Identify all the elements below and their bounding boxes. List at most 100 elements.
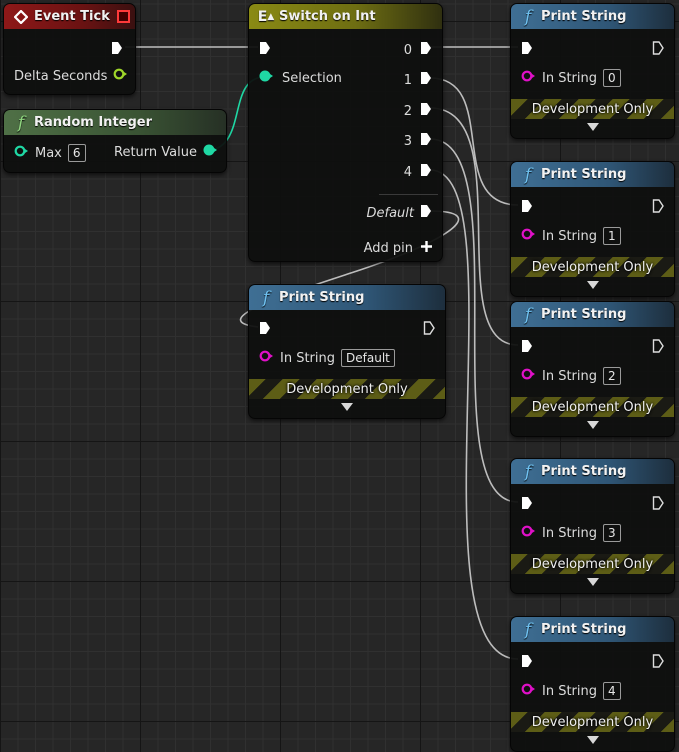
expand-arrow-icon[interactable] bbox=[586, 578, 599, 586]
expand-arrow-icon[interactable] bbox=[586, 736, 599, 744]
string-pin-icon[interactable] bbox=[521, 525, 536, 541]
print-string-header[interactable]: f Print String bbox=[249, 285, 445, 310]
development-only-label: Development Only bbox=[286, 381, 408, 397]
expand-arrow-icon[interactable] bbox=[341, 403, 353, 411]
exec-in-pin-icon[interactable] bbox=[259, 41, 271, 59]
max-value-input[interactable]: 6 bbox=[67, 144, 86, 162]
int-pin-icon[interactable] bbox=[14, 145, 29, 161]
exec-out-pin-icon[interactable] bbox=[652, 496, 664, 514]
function-icon: f bbox=[524, 164, 532, 185]
event-tick-node[interactable]: Event Tick Delta Seconds bbox=[3, 3, 136, 95]
exec-out-pin-icon[interactable] bbox=[420, 71, 432, 89]
exec-out-pin-icon[interactable] bbox=[420, 132, 432, 150]
exec-in-pin-icon[interactable] bbox=[521, 496, 533, 514]
print-string-header[interactable]: f Print String bbox=[511, 302, 674, 327]
print-string-title: Print String bbox=[541, 464, 627, 479]
default-label: Default bbox=[366, 205, 415, 221]
switch-on-int-node[interactable]: E ▲ Switch on Int Selection 0 1 2 3 4 Def… bbox=[248, 3, 443, 262]
print-string-0-node[interactable]: f Print String In String 0 Development Onl… bbox=[510, 3, 675, 139]
print-string-header[interactable]: f Print String bbox=[511, 162, 674, 187]
event-diamond-icon bbox=[12, 9, 30, 24]
expand-arrow-icon[interactable] bbox=[586, 421, 599, 429]
in-string-label: In String bbox=[542, 368, 598, 384]
case-2-label: 2 bbox=[403, 103, 412, 119]
print-string-4-node[interactable]: f Print String In String 4 Development Onl… bbox=[510, 616, 675, 752]
exec-in-pin-icon[interactable] bbox=[259, 321, 271, 339]
in-string-input[interactable]: 2 bbox=[603, 367, 621, 385]
random-integer-title: Random Integer bbox=[34, 115, 153, 130]
in-string-label: In String bbox=[542, 70, 598, 86]
exec-out-pin-icon[interactable] bbox=[423, 321, 435, 339]
in-string-input[interactable]: 4 bbox=[603, 682, 621, 700]
print-string-default-node[interactable]: f Print String In String Default Develop… bbox=[248, 284, 446, 419]
function-icon: f bbox=[524, 6, 532, 27]
function-icon: f bbox=[262, 287, 270, 308]
random-integer-header[interactable]: f Random Integer bbox=[4, 110, 226, 135]
switch-on-int-header[interactable]: E ▲ Switch on Int bbox=[249, 4, 442, 29]
exec-out-pin-icon[interactable] bbox=[652, 339, 664, 357]
selection-label: Selection bbox=[282, 70, 342, 86]
event-tick-title: Event Tick bbox=[34, 9, 110, 24]
in-string-label: In String bbox=[280, 350, 336, 366]
string-pin-icon[interactable] bbox=[521, 368, 536, 384]
development-only-banner: Development Only bbox=[511, 712, 674, 732]
plus-icon bbox=[421, 241, 432, 256]
expand-arrow-icon[interactable] bbox=[586, 123, 599, 131]
expand-arrow-icon[interactable] bbox=[586, 281, 599, 289]
exec-out-pin-icon[interactable] bbox=[652, 654, 664, 672]
in-string-input[interactable]: 0 bbox=[603, 69, 621, 87]
exec-out-pin-icon[interactable] bbox=[652, 199, 664, 217]
exec-in-pin-icon[interactable] bbox=[521, 41, 533, 59]
exec-out-pin-icon[interactable] bbox=[420, 102, 432, 120]
print-string-header[interactable]: f Print String bbox=[511, 459, 674, 484]
development-only-label: Development Only bbox=[531, 259, 654, 275]
print-string-title: Print String bbox=[541, 622, 627, 637]
in-string-label: In String bbox=[542, 525, 598, 541]
random-integer-node[interactable]: f Random Integer Max 6 Return Value bbox=[3, 109, 227, 173]
divider bbox=[379, 194, 438, 195]
add-pin-label: Add pin bbox=[363, 241, 413, 256]
development-only-label: Development Only bbox=[531, 399, 654, 415]
string-pin-icon[interactable] bbox=[521, 683, 536, 699]
int-pin-connected-icon[interactable] bbox=[203, 144, 218, 160]
print-string-2-node[interactable]: f Print String In String 2 Development Onl… bbox=[510, 301, 675, 437]
int-pin-connected-icon[interactable] bbox=[259, 70, 274, 86]
return-value-label: Return Value bbox=[114, 144, 197, 160]
case-4-label: 4 bbox=[403, 164, 412, 180]
in-string-label: In String bbox=[542, 228, 598, 244]
in-string-input[interactable]: 3 bbox=[603, 524, 621, 542]
print-string-1-node[interactable]: f Print String In String 1 Development Onl… bbox=[510, 161, 675, 297]
float-pin-icon[interactable] bbox=[113, 68, 128, 84]
case-0-label: 0 bbox=[403, 42, 412, 58]
exec-out-pin-icon[interactable] bbox=[420, 163, 432, 181]
string-pin-icon[interactable] bbox=[521, 70, 536, 86]
exec-out-pin-icon[interactable] bbox=[652, 41, 664, 59]
development-only-banner: Development Only bbox=[511, 99, 674, 119]
in-string-input[interactable]: Default bbox=[341, 349, 395, 367]
print-string-title: Print String bbox=[541, 167, 627, 182]
switch-icon: E ▲ bbox=[257, 8, 275, 25]
print-string-3-node[interactable]: f Print String In String 3 Development Onl… bbox=[510, 458, 675, 594]
breakpoint-toggle-icon[interactable] bbox=[117, 10, 130, 23]
print-string-title: Print String bbox=[279, 290, 365, 305]
add-pin-button[interactable]: Add pin bbox=[364, 241, 432, 256]
string-pin-icon[interactable] bbox=[521, 228, 536, 244]
exec-in-pin-icon[interactable] bbox=[521, 339, 533, 357]
event-tick-header[interactable]: Event Tick bbox=[4, 4, 135, 29]
exec-in-pin-icon[interactable] bbox=[521, 199, 533, 217]
in-string-input[interactable]: 1 bbox=[603, 227, 621, 245]
development-only-label: Development Only bbox=[531, 101, 654, 117]
exec-out-pin-icon[interactable] bbox=[420, 204, 432, 222]
print-string-header[interactable]: f Print String bbox=[511, 4, 674, 29]
exec-out-pin-icon[interactable] bbox=[111, 41, 123, 59]
string-pin-icon[interactable] bbox=[259, 350, 274, 366]
development-only-label: Development Only bbox=[531, 714, 654, 730]
function-icon: f bbox=[524, 619, 532, 640]
development-only-banner: Development Only bbox=[511, 397, 674, 417]
max-label: Max bbox=[35, 145, 62, 161]
exec-in-pin-icon[interactable] bbox=[521, 654, 533, 672]
exec-out-pin-icon[interactable] bbox=[420, 41, 432, 59]
function-icon: f bbox=[17, 112, 25, 133]
print-string-header[interactable]: f Print String bbox=[511, 617, 674, 642]
development-only-label: Development Only bbox=[531, 556, 654, 572]
